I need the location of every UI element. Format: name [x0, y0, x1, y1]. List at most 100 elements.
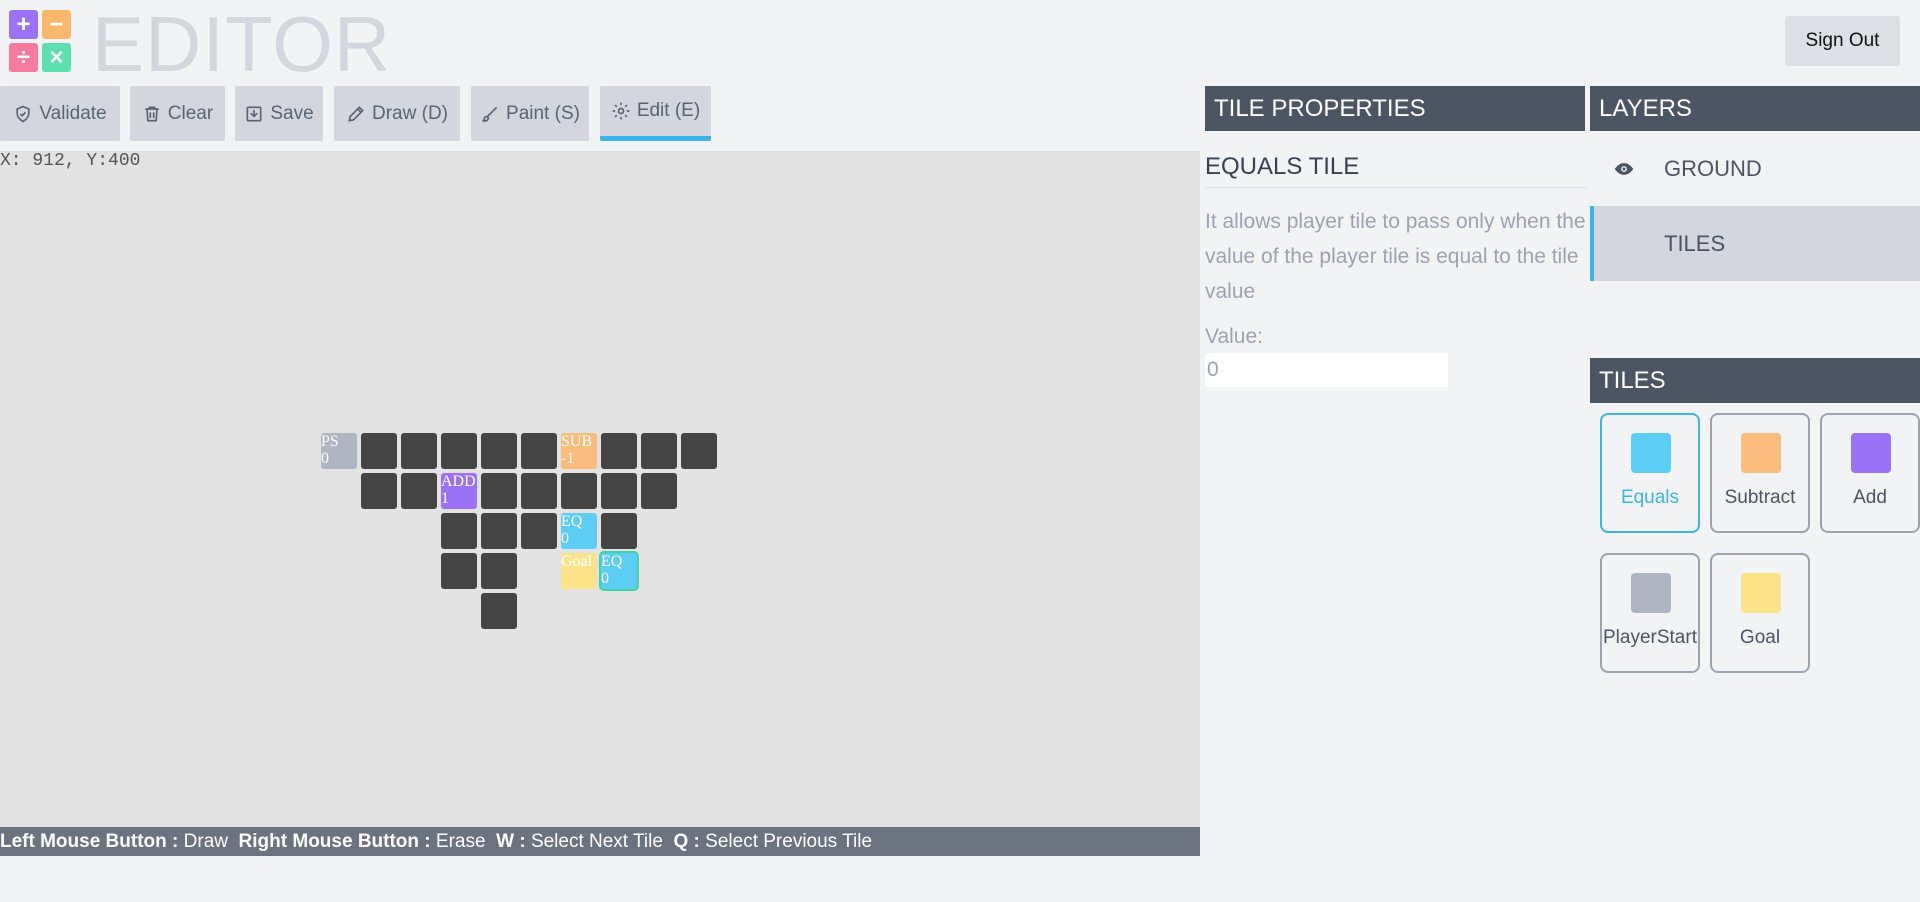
value-input[interactable]	[1205, 353, 1448, 387]
layers-header: LAYERS	[1590, 86, 1920, 131]
tile-empty[interactable]	[401, 433, 437, 469]
tile-properties-header: TILE PROPERTIES	[1205, 86, 1585, 131]
paint-button[interactable]: Paint (S)	[471, 86, 589, 141]
app-title: EDITOR	[92, 0, 392, 88]
tile-empty[interactable]	[361, 473, 397, 509]
palette-tile-subtract[interactable]: Subtract	[1710, 413, 1810, 533]
brush-icon	[482, 106, 498, 122]
tile-empty[interactable]	[441, 553, 477, 589]
shortcut-action: Select Previous Tile	[705, 831, 873, 852]
tile-label: Goal	[561, 553, 593, 570]
divide-icon: ÷	[9, 43, 38, 72]
tile-equals[interactable]: EQ 0	[561, 513, 597, 549]
tile-empty[interactable]	[441, 513, 477, 549]
palette-tile-goal[interactable]: Goal	[1710, 553, 1810, 673]
download-icon	[246, 106, 262, 121]
tile-empty[interactable]	[481, 433, 517, 469]
layer-name: GROUND	[1664, 155, 1762, 181]
multiply-icon: ×	[42, 43, 71, 72]
tile-empty[interactable]	[481, 473, 517, 509]
tile-empty[interactable]	[561, 473, 597, 509]
palette-tile-label: Add	[1853, 487, 1887, 508]
palette-tile-label: Goal	[1739, 627, 1781, 648]
value-label: Value:	[1205, 325, 1263, 348]
app-logo: + − ÷ ×	[9, 10, 71, 72]
tile-empty[interactable]	[361, 433, 397, 469]
eye-icon[interactable]	[1614, 159, 1634, 179]
clear-label: Clear	[167, 102, 214, 124]
shortcut-help-bar: Left Mouse Button : Draw Right Mouse But…	[0, 827, 1200, 856]
tile-properties-panel: TILE PROPERTIES EQUALS TILE It allows pl…	[1205, 86, 1587, 387]
tile-properties-title: EQUALS TILE	[1205, 153, 1587, 188]
tile-add[interactable]: ADD 1	[441, 473, 477, 509]
shortcut-action: Draw	[183, 831, 228, 852]
palette-tile-player-start[interactable]: PlayerStart	[1600, 553, 1700, 673]
tile-empty[interactable]	[601, 473, 637, 509]
tile-empty[interactable]	[401, 473, 437, 509]
tile-equals-selected[interactable]: EQ 0	[601, 553, 637, 589]
edit-button[interactable]: Edit (E)	[600, 86, 711, 141]
shortcut-action: Select Next Tile	[530, 831, 663, 852]
shortcut-key: Right Mouse Button :	[238, 831, 431, 852]
tile-empty[interactable]	[641, 473, 677, 509]
edit-label: Edit (E)	[636, 100, 701, 121]
shortcut-key: Left Mouse Button :	[0, 831, 179, 852]
paint-label: Paint (S)	[506, 102, 580, 124]
cursor-coordinates: X: 912, Y:400	[0, 151, 141, 171]
tile-empty[interactable]	[521, 513, 557, 549]
tile-swatch	[1741, 433, 1781, 473]
tile-swatch	[1631, 433, 1671, 473]
tile-empty[interactable]	[601, 513, 637, 549]
tile-empty[interactable]	[521, 473, 557, 509]
trash-icon	[145, 106, 159, 121]
tile-subtract[interactable]: SUB -1	[561, 433, 597, 469]
shortcut-action: Erase	[435, 831, 486, 852]
palette-tile-label: Subtract	[1724, 487, 1796, 508]
palette-tile-add[interactable]: Add	[1820, 413, 1920, 533]
tile-properties-description: It allows player tile to pass only when …	[1205, 210, 1586, 303]
tile-swatch	[1741, 573, 1781, 613]
tile-empty[interactable]	[681, 433, 717, 469]
tile-empty[interactable]	[481, 553, 517, 589]
shortcut-key: Q :	[673, 831, 700, 852]
tile-player-start[interactable]: PS 0	[321, 433, 357, 469]
tile-empty[interactable]	[481, 593, 517, 629]
tile-empty[interactable]	[601, 433, 637, 469]
minus-icon: −	[42, 10, 71, 39]
tile-empty[interactable]	[441, 433, 477, 469]
clear-button[interactable]: Clear	[130, 86, 225, 141]
tile-label: EQ 0	[561, 513, 583, 547]
tiles-header: TILES	[1590, 358, 1920, 403]
tiles-palette: TILES Equals Subtract Add PlayerStart Go…	[1590, 358, 1920, 673]
shield-check-icon	[16, 105, 31, 122]
tile-empty[interactable]	[641, 433, 677, 469]
layer-ground[interactable]: GROUND	[1590, 131, 1920, 206]
layer-tiles[interactable]: TILES	[1590, 206, 1920, 281]
draw-label: Draw (D)	[372, 102, 448, 124]
gear-icon	[612, 102, 630, 120]
palette-tile-label: PlayerStart	[1603, 627, 1697, 648]
draw-button[interactable]: Draw (D)	[334, 86, 460, 141]
tile-empty[interactable]	[521, 433, 557, 469]
save-button[interactable]: Save	[235, 86, 323, 141]
editor-canvas[interactable]: X: 912, Y:400 PS 0 SUB -1 ADD 1 EQ 0 Goa…	[0, 151, 1200, 827]
palette-tile-equals[interactable]: Equals	[1600, 413, 1700, 533]
shortcut-key: W :	[496, 831, 526, 852]
sign-out-button[interactable]: Sign Out	[1785, 16, 1900, 66]
layers-panel: LAYERS GROUND TILES	[1590, 86, 1920, 281]
tile-swatch	[1851, 433, 1891, 473]
pencil-icon	[348, 105, 364, 122]
tile-swatch	[1631, 573, 1671, 613]
validate-label: Validate	[39, 102, 107, 124]
tile-goal[interactable]: Goal	[561, 553, 597, 589]
validate-button[interactable]: Validate	[0, 86, 120, 141]
tile-label: ADD 1	[441, 473, 476, 507]
save-label: Save	[270, 102, 314, 124]
tile-label: PS 0	[321, 433, 339, 467]
tile-empty[interactable]	[481, 513, 517, 549]
palette-tile-label: Equals	[1620, 487, 1680, 508]
tile-label: EQ 0	[601, 553, 623, 587]
plus-icon: +	[9, 10, 38, 39]
layer-name: TILES	[1664, 230, 1726, 256]
tile-label: SUB -1	[561, 433, 593, 467]
